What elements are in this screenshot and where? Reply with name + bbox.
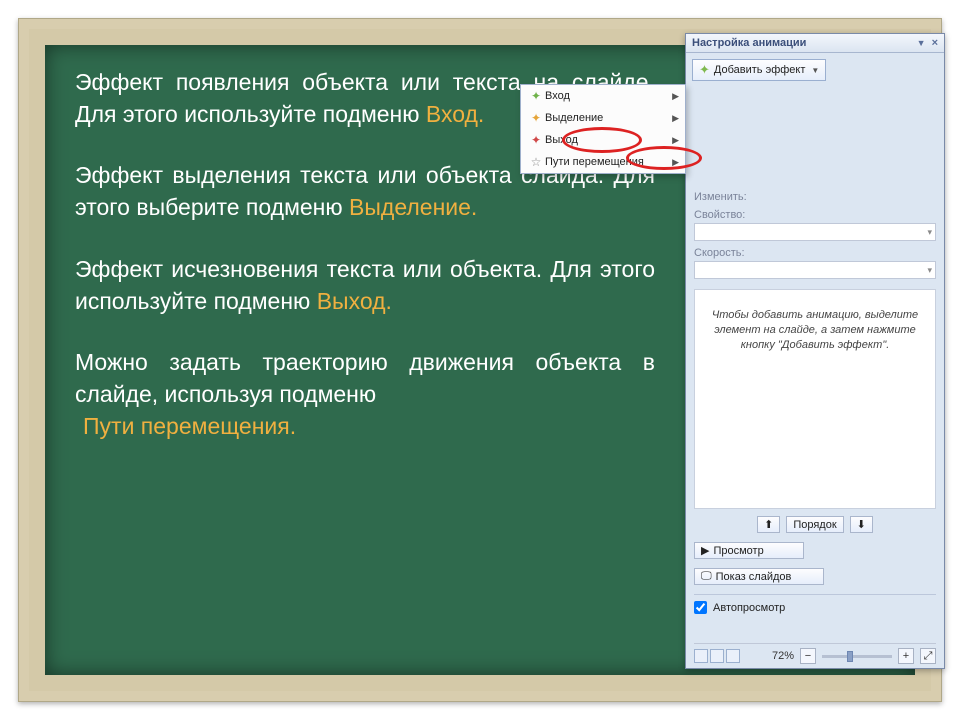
exit-icon: ✦ bbox=[527, 133, 545, 147]
pane-title: Настройка анимации bbox=[692, 37, 806, 49]
p4-text: Можно задать траекторию движения объекта… bbox=[75, 349, 655, 407]
field-speed: Скорость: ▾ bbox=[686, 245, 944, 279]
slideshow-label: Показ слайдов bbox=[716, 571, 792, 583]
p3-highlight: Выход. bbox=[317, 288, 392, 314]
submenu-emphasis-label: Выделение bbox=[545, 112, 603, 124]
p4-highlight: Пути перемещения. bbox=[83, 413, 296, 439]
add-effect-label: Добавить эффект bbox=[714, 64, 805, 76]
play-label: Просмотр bbox=[713, 545, 763, 557]
slideshow-icon: 🖵 bbox=[701, 570, 712, 583]
chevron-right-icon: ▶ bbox=[672, 113, 679, 124]
autopreview-checkbox[interactable] bbox=[694, 601, 707, 614]
sorter-view-icon[interactable] bbox=[710, 649, 724, 663]
effect-submenu: ✦ Вход ▶ ✦ Выделение ▶ ✦ Выход ▶ ☆ Пути … bbox=[520, 84, 686, 174]
empty-hint-text: Чтобы добавить анимацию, выделите элемен… bbox=[705, 308, 925, 353]
reorder-row: ⬆ Порядок ⬇ bbox=[694, 516, 936, 533]
zoom-knob[interactable] bbox=[847, 651, 853, 662]
star-icon: ✦ bbox=[699, 62, 710, 78]
move-up-button[interactable]: ⬆ bbox=[757, 516, 780, 533]
autopreview-label: Автопросмотр bbox=[713, 602, 785, 614]
field-property-label: Свойство: bbox=[694, 209, 745, 221]
order-label-button[interactable]: Порядок bbox=[786, 516, 843, 533]
arrow-down-icon: ⬇ bbox=[857, 518, 866, 531]
slideshow-view-icon[interactable] bbox=[726, 649, 740, 663]
autopreview-row: Автопросмотр bbox=[694, 594, 936, 614]
chevron-right-icon: ▶ bbox=[672, 135, 679, 146]
p2-highlight: Выделение. bbox=[349, 194, 477, 220]
zoom-slider[interactable] bbox=[822, 655, 892, 658]
close-icon[interactable]: × bbox=[932, 37, 938, 49]
enter-icon: ✦ bbox=[527, 89, 545, 103]
submenu-enter[interactable]: ✦ Вход ▶ bbox=[521, 85, 685, 107]
paragraph-exit: Эффект исчезновения текста или объекта. … bbox=[75, 254, 655, 317]
field-change-label: Изменить: bbox=[694, 191, 747, 203]
zoom-in-button[interactable]: + bbox=[898, 648, 914, 664]
field-speed-select[interactable]: ▾ bbox=[694, 261, 936, 279]
play-row: ▶ Просмотр bbox=[694, 542, 936, 559]
zoom-out-button[interactable]: − bbox=[800, 648, 816, 664]
submenu-emphasis[interactable]: ✦ Выделение ▶ bbox=[521, 107, 685, 129]
animation-task-pane: Настройка анимации ▼ × ✦ Добавить эффект… bbox=[685, 33, 945, 669]
field-property: Свойство: ▾ bbox=[686, 207, 944, 241]
chevron-right-icon: ▶ bbox=[672, 157, 679, 168]
slideshow-row: 🖵 Показ слайдов bbox=[694, 568, 936, 585]
move-down-button[interactable]: ⬇ bbox=[850, 516, 873, 533]
chevron-down-icon: ▼ bbox=[811, 66, 819, 75]
view-icons bbox=[694, 649, 740, 663]
empty-hint: Чтобы добавить анимацию, выделите элемен… bbox=[694, 289, 936, 509]
field-property-select[interactable]: ▾ bbox=[694, 223, 936, 241]
p1-highlight: Вход. bbox=[426, 101, 484, 127]
motion-icon: ☆ bbox=[527, 155, 545, 169]
play-icon: ▶ bbox=[701, 544, 709, 557]
zoom-value: 72% bbox=[772, 650, 794, 662]
add-effect-row: ✦ Добавить эффект ▼ bbox=[686, 53, 944, 85]
submenu-motion-label: Пути перемещения bbox=[545, 156, 644, 168]
arrow-up-icon: ⬆ bbox=[764, 518, 773, 531]
emphasis-icon: ✦ bbox=[527, 111, 545, 125]
chevron-right-icon: ▶ bbox=[672, 91, 679, 102]
fit-window-button[interactable]: ⤢ bbox=[920, 648, 936, 664]
field-change: Изменить: bbox=[686, 189, 944, 203]
field-speed-label: Скорость: bbox=[694, 247, 745, 259]
pane-titlebar: Настройка анимации ▼ × bbox=[686, 34, 944, 53]
normal-view-icon[interactable] bbox=[694, 649, 708, 663]
status-bar: 72% − + ⤢ bbox=[694, 643, 936, 664]
submenu-exit[interactable]: ✦ Выход ▶ bbox=[521, 129, 685, 151]
order-label: Порядок bbox=[793, 519, 836, 531]
slideshow-button[interactable]: 🖵 Показ слайдов bbox=[694, 568, 824, 585]
add-effect-button[interactable]: ✦ Добавить эффект ▼ bbox=[692, 59, 826, 81]
submenu-enter-label: Вход bbox=[545, 90, 570, 102]
submenu-motion[interactable]: ☆ Пути перемещения ▶ bbox=[521, 151, 685, 173]
paragraph-motion: Можно задать траекторию движения объекта… bbox=[75, 347, 655, 442]
submenu-exit-label: Выход bbox=[545, 134, 578, 146]
pane-menu-icon[interactable]: ▼ bbox=[917, 38, 926, 48]
play-button[interactable]: ▶ Просмотр bbox=[694, 542, 804, 559]
